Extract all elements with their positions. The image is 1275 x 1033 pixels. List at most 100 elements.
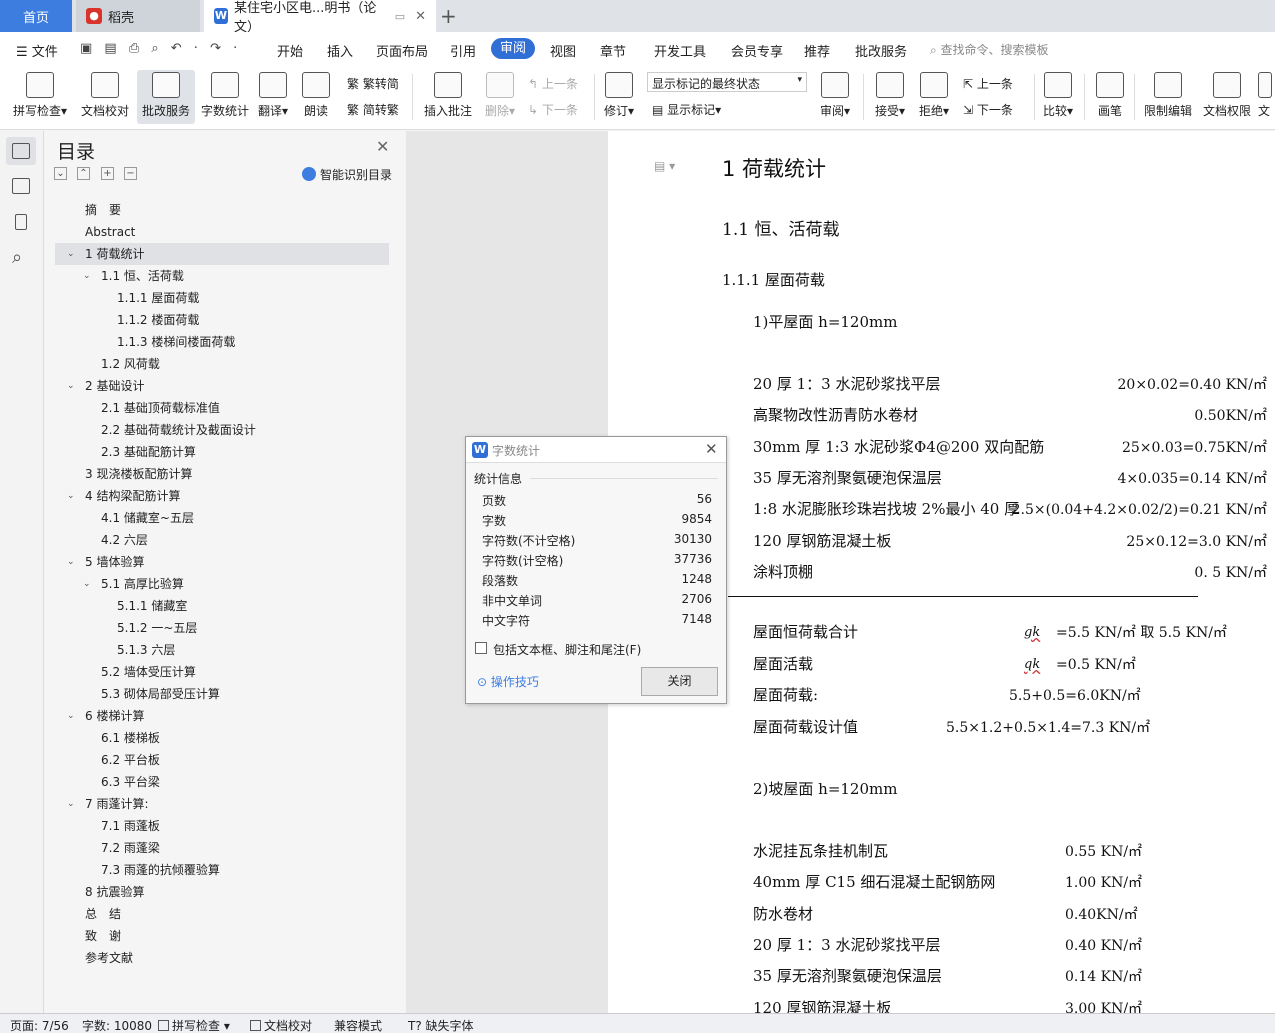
status-word-count[interactable]: 字数: 10080 — [82, 1017, 152, 1033]
markup-state-select[interactable]: 显示标记的最终状态 ▾ — [647, 72, 807, 92]
status-missing-font[interactable]: T? 缺失字体 — [408, 1017, 474, 1033]
menu-recommend[interactable]: 推荐 — [804, 41, 830, 60]
tab-monitor-icon[interactable]: ▭ — [395, 10, 405, 23]
include-textbox-checkbox[interactable] — [475, 642, 487, 654]
toc-close-icon[interactable]: ✕ — [376, 137, 389, 156]
toc-item[interactable]: 4.1 储藏室~五层 — [55, 507, 389, 529]
chevron-down-icon[interactable]: ⌄ — [67, 793, 75, 815]
smart-toc-button[interactable]: 智能识别目录 — [302, 166, 392, 183]
tips-link[interactable]: ⊙ 操作技巧 — [477, 673, 539, 690]
toc-item[interactable]: 7.2 雨蓬梁 — [55, 837, 389, 859]
paragraph-marker-icon[interactable]: ▤ ▾ — [654, 159, 675, 173]
toc-item[interactable]: 2.2 基础荷载统计及截面设计 — [55, 419, 389, 441]
toc-item[interactable]: ⌄ 1 荷载统计 — [55, 243, 389, 265]
chevron-down-icon[interactable]: ⌄ — [67, 485, 75, 507]
toc-item[interactable]: ⌄ 5 墙体验算 — [55, 551, 389, 573]
reject-button[interactable]: 拒绝▾ — [914, 70, 954, 124]
toc-item[interactable]: 1.1.3 楼梯间楼面荷载 — [55, 331, 389, 353]
chevron-down-icon[interactable]: ⌄ — [67, 551, 75, 573]
toc-item[interactable]: 1.2 风荷载 — [55, 353, 389, 375]
toc-item[interactable]: 1.1.2 楼面荷载 — [55, 309, 389, 331]
toc-item[interactable]: 2.3 基础配筋计算 — [55, 441, 389, 463]
toc-item[interactable]: 5.1.2 一~五层 — [55, 617, 389, 639]
delete-comment-button[interactable]: 删除▾ — [480, 70, 520, 124]
dialog-title-bar[interactable]: W 字数统计 ✕ — [466, 437, 726, 463]
tab-daoke[interactable]: ● 稻壳 — [76, 0, 200, 32]
menu-dev-tools[interactable]: 开发工具 — [654, 41, 706, 60]
toc-item[interactable]: ⌄ 6 楼梯计算 — [55, 705, 389, 727]
toc-remove-icon[interactable]: − — [124, 167, 137, 180]
track-changes-button[interactable]: 修订▾ — [600, 70, 638, 124]
bookmark-icon[interactable] — [15, 214, 27, 230]
doc-permission-button[interactable]: 文档权限 — [1199, 70, 1255, 124]
menu-start[interactable]: 开始 — [277, 41, 303, 60]
toc-item[interactable]: 参考文献 — [55, 947, 389, 969]
word-count-button[interactable]: 字数统计 — [196, 70, 254, 124]
toc-item[interactable]: 6.1 楼梯板 — [55, 727, 389, 749]
menu-chapter[interactable]: 章节 — [600, 41, 626, 60]
restrict-editing-button[interactable]: 限制编辑 — [1140, 70, 1196, 124]
toc-item[interactable]: 8 抗震验算 — [55, 881, 389, 903]
menu-review[interactable]: 审阅 — [491, 38, 535, 59]
translate-button[interactable]: 翻译▾ — [252, 70, 294, 124]
toc-item[interactable]: 4.2 六层 — [55, 529, 389, 551]
toc-item[interactable]: 3 现浇楼板配筋计算 — [55, 463, 389, 485]
toc-add-icon[interactable]: + — [101, 167, 114, 180]
simp-to-trad-button[interactable]: 繁 简转繁 — [347, 101, 399, 118]
toc-item[interactable]: 5.2 墙体受压计算 — [55, 661, 389, 683]
toc-item[interactable]: 7.1 雨蓬板 — [55, 815, 389, 837]
toc-item[interactable]: 5.1.3 六层 — [55, 639, 389, 661]
tab-home[interactable]: 首页 — [0, 0, 72, 32]
compare-button[interactable]: 比较▾ — [1038, 70, 1078, 124]
chevron-down-icon[interactable]: ⌄ — [67, 243, 75, 265]
status-page[interactable]: 页面: 7/56 — [10, 1017, 69, 1033]
toc-item[interactable]: 5.3 砌体局部受压计算 — [55, 683, 389, 705]
accept-button[interactable]: 接受▾ — [870, 70, 910, 124]
pen-button[interactable]: 画笔 — [1090, 70, 1130, 124]
search-nav-icon[interactable]: ⌕ — [12, 247, 22, 268]
dialog-close-button[interactable]: 关闭 — [641, 667, 718, 696]
toc-item[interactable]: ⌄ 1.1 恒、活荷载 — [55, 265, 389, 287]
toc-nav-icon[interactable] — [12, 143, 30, 159]
overflow-button[interactable]: 文 — [1258, 70, 1275, 124]
new-tab-icon[interactable]: + — [440, 4, 457, 28]
toc-item[interactable]: 2.1 基础顶荷载标准值 — [55, 397, 389, 419]
spell-check-button[interactable]: 拼写检查▾ — [8, 70, 72, 124]
chevron-down-icon[interactable]: ⌄ — [67, 705, 75, 727]
status-proof[interactable]: 文档校对 — [250, 1017, 312, 1033]
menu-member[interactable]: 会员专享 — [731, 41, 783, 60]
toc-item[interactable]: ⌄ 2 基础设计 — [55, 375, 389, 397]
toc-item[interactable]: 总 结 — [55, 903, 389, 925]
file-menu[interactable]: ☰ 文件 — [16, 41, 58, 60]
chevron-down-icon[interactable]: ⌄ — [83, 573, 91, 595]
toc-expand-icon[interactable]: ⌄ — [54, 167, 67, 180]
menu-insert[interactable]: 插入 — [327, 41, 353, 60]
grading-service-button[interactable]: 批改服务 — [137, 70, 195, 124]
review-pane-button[interactable]: 审阅▾ — [814, 70, 856, 124]
toc-item[interactable]: Abstract — [55, 221, 389, 243]
toc-item[interactable]: 1.1.1 屋面荷载 — [55, 287, 389, 309]
dialog-close-icon[interactable]: ✕ — [705, 440, 718, 458]
show-markup-button[interactable]: ▤ 显示标记▾ — [652, 101, 721, 118]
prev-comment-button[interactable]: ↰ 上一条 — [528, 75, 578, 92]
toc-item[interactable]: 7.3 雨蓬的抗倾覆验算 — [55, 859, 389, 881]
command-search[interactable]: ⌕ 查找命令、搜索模板 — [930, 41, 1049, 58]
chevron-down-icon[interactable]: ⌄ — [67, 375, 75, 397]
insert-comment-button[interactable]: 插入批注 — [420, 70, 476, 124]
toc-item[interactable]: ⌄ 5.1 高厚比验算 — [55, 573, 389, 595]
menu-page-layout[interactable]: 页面布局 — [376, 41, 428, 60]
prev-change-button[interactable]: ⇱ 上一条 — [963, 75, 1013, 92]
toc-item[interactable]: 致 谢 — [55, 925, 389, 947]
toc-item[interactable]: 5.1.1 储藏室 — [55, 595, 389, 617]
chevron-down-icon[interactable]: ⌄ — [83, 265, 91, 287]
tab-close-icon[interactable]: ✕ — [415, 9, 426, 24]
tab-document[interactable]: W 某住宅小区电...明书（论文） ▭ ✕ — [204, 0, 436, 35]
toc-item[interactable]: 6.2 平台板 — [55, 749, 389, 771]
toc-collapse-icon[interactable]: ⌃ — [77, 167, 90, 180]
status-spell-check[interactable]: 拼写检查 ▾ — [158, 1017, 230, 1033]
menu-view[interactable]: 视图 — [550, 41, 576, 60]
menu-grading[interactable]: 批改服务 — [855, 41, 907, 60]
toc-item[interactable]: ⌄ 7 雨蓬计算: — [55, 793, 389, 815]
toc-item[interactable]: ⌄ 4 结构梁配筋计算 — [55, 485, 389, 507]
menu-reference[interactable]: 引用 — [450, 41, 476, 60]
